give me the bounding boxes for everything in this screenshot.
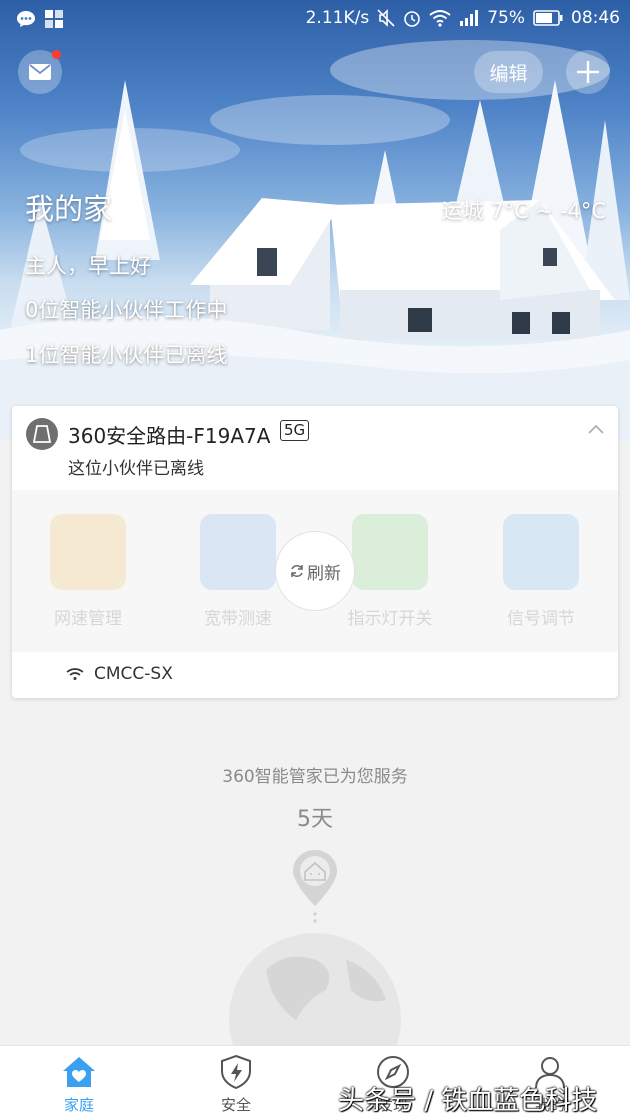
globe-icon	[229, 933, 401, 1050]
tab-label: 家庭	[63, 1096, 94, 1114]
notification-dot	[52, 50, 61, 59]
tab-security[interactable]: 安全	[176, 1046, 296, 1120]
mail-icon	[29, 64, 51, 80]
wifi-icon	[66, 668, 84, 680]
signal-adjust-icon	[503, 514, 579, 590]
router-icon	[26, 418, 58, 450]
tool-label: 网速管理	[54, 609, 122, 629]
tool-speed-management[interactable]: 网速管理	[28, 514, 148, 629]
device-tools: 网速管理 宽带测速 指示灯开关 信号调节 刷新	[12, 490, 618, 652]
alarm-icon	[404, 11, 421, 27]
refresh-icon	[291, 565, 303, 577]
service-days: 5天	[297, 807, 333, 832]
offline-devices-count: 1位智能小伙伴已离线	[25, 343, 228, 367]
refresh-button[interactable]: 刷新	[275, 531, 355, 611]
weather-info[interactable]: 运城 7°C ~ -4°C	[442, 195, 606, 225]
home-pin-icon	[293, 850, 337, 923]
mute-icon	[377, 9, 395, 27]
plus-icon	[577, 61, 599, 83]
hero-banner: 2.11K/s 75% 08:46 编辑 我的家 运城 7°C ~ -4°C 主…	[0, 0, 630, 440]
greeting: 主人，早上好	[25, 254, 151, 278]
tab-label: 安全	[220, 1096, 251, 1114]
clock: 08:46	[571, 8, 620, 28]
status-bar: 2.11K/s 75% 08:46	[0, 0, 630, 38]
shield-icon	[221, 1054, 251, 1090]
home-title: 我的家	[25, 192, 113, 226]
signal-icon	[460, 10, 479, 26]
tool-label: 信号调节	[507, 609, 575, 629]
battery-percent: 75%	[487, 8, 525, 28]
chat-icon	[17, 11, 35, 27]
device-card-header[interactable]: 360安全路由-F19A7A 5G 这位小伙伴已离线	[12, 406, 618, 490]
tool-label: 指示灯开关	[347, 609, 433, 629]
chevron-up-icon[interactable]	[588, 424, 604, 434]
add-button[interactable]	[566, 50, 610, 94]
speedometer-icon	[200, 514, 276, 590]
refresh-label: 刷新	[307, 563, 341, 584]
watermark: 头条号 / 铁血蓝色科技	[338, 1086, 598, 1116]
wifi-ssid: CMCC-SX	[94, 664, 173, 684]
tool-label: 宽带测速	[204, 609, 272, 629]
service-text: 360智能管家已为您服务	[222, 767, 408, 787]
network-speed: 2.11K/s	[305, 8, 370, 28]
wifi-icon	[429, 10, 451, 27]
band-badge: 5G	[280, 420, 310, 441]
tab-home[interactable]: 家庭	[19, 1046, 139, 1120]
tool-signal-adjust[interactable]: 信号调节	[481, 514, 601, 629]
device-status: 这位小伙伴已离线	[68, 459, 204, 479]
light-bulb-icon	[352, 514, 428, 590]
device-card[interactable]: 360安全路由-F19A7A 5G 这位小伙伴已离线 网速管理 宽带测速 指示灯…	[12, 406, 618, 698]
battery-icon	[533, 10, 563, 26]
mail-button[interactable]	[18, 50, 62, 94]
device-name: 360安全路由-F19A7A	[68, 424, 271, 448]
home-icon	[63, 1057, 95, 1087]
speed-management-icon	[50, 514, 126, 590]
working-devices-count: 0位智能小伙伴工作中	[25, 298, 228, 322]
apps-grid-icon	[45, 10, 63, 28]
edit-button[interactable]: 编辑	[474, 51, 543, 93]
network-footer: CMCC-SX	[12, 652, 618, 698]
